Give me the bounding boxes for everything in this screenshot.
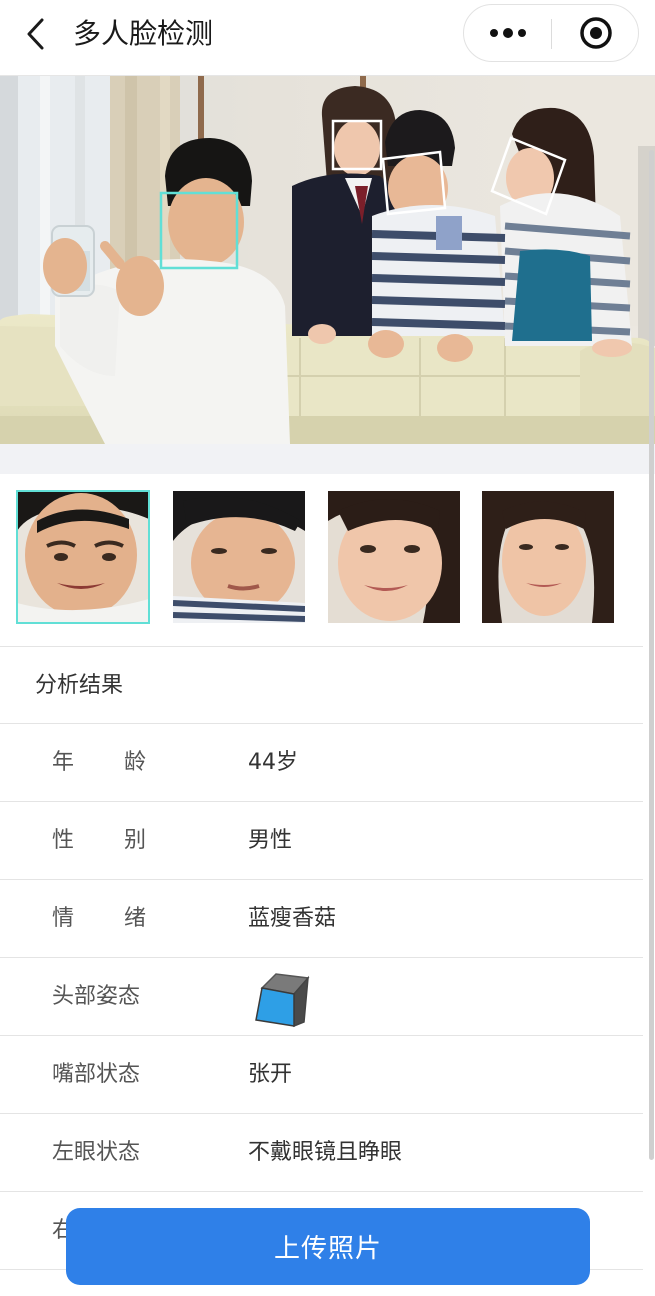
label-char: 绪 <box>123 906 146 931</box>
face-thumbnail-1[interactable] <box>16 490 150 624</box>
row-value: 不戴眼镜且睁眼 <box>248 1140 403 1165</box>
uploaded-photo <box>0 76 655 444</box>
face-thumbnail-strip <box>0 474 655 646</box>
mini-program-capsule <box>463 4 639 62</box>
row-value: 44岁 <box>248 750 298 775</box>
row-label: 性 别 <box>52 802 146 880</box>
face-thumbnail-4[interactable] <box>482 491 614 623</box>
row-label: 年 龄 <box>52 724 146 802</box>
face-thumbnail-2[interactable] <box>173 491 305 623</box>
result-row-head-pose: 头部姿态 <box>0 958 643 1036</box>
row-label: 头部姿态 <box>52 984 141 1009</box>
target-circle-icon <box>579 17 612 49</box>
analysis-result-header: 分析结果 <box>0 646 643 724</box>
close-mini-program-button[interactable] <box>552 5 639 61</box>
result-row-gender: 性 别 男性 <box>0 802 643 880</box>
label-char: 年 <box>52 750 75 775</box>
face-thumbnail-3[interactable] <box>328 491 460 623</box>
result-row-age: 年 龄 44岁 <box>0 724 643 802</box>
row-label: 左眼状态 <box>52 1140 141 1165</box>
section-title: 分析结果 <box>35 673 124 698</box>
row-value: 蓝瘦香菇 <box>248 906 337 931</box>
row-label: 情 绪 <box>52 880 146 958</box>
back-button[interactable] <box>18 14 54 54</box>
result-row-emotion: 情 绪 蓝瘦香菇 <box>0 880 643 958</box>
label-char: 龄 <box>123 750 146 775</box>
row-value: 男性 <box>248 828 293 853</box>
label-char: 别 <box>123 828 146 853</box>
more-dots-icon <box>489 28 526 38</box>
result-row-left-eye: 左眼状态 不戴眼镜且睁眼 <box>0 1114 643 1192</box>
page-title: 多人脸检测 <box>73 17 214 50</box>
row-label: 嘴部状态 <box>52 1062 141 1087</box>
label-char: 性 <box>52 828 75 853</box>
result-row-mouth: 嘴部状态 张开 <box>0 1036 643 1114</box>
nav-bar: 多人脸检测 <box>0 0 655 76</box>
upload-photo-button[interactable]: 上传照片 <box>66 1208 590 1285</box>
photo-spacer <box>0 444 655 474</box>
chevron-left-icon <box>27 18 44 50</box>
head-pose-cube-icon <box>250 966 314 1034</box>
row-value: 张开 <box>248 1062 293 1087</box>
more-button[interactable] <box>464 5 551 61</box>
scrollbar[interactable] <box>649 150 654 1160</box>
label-char: 情 <box>52 906 75 931</box>
